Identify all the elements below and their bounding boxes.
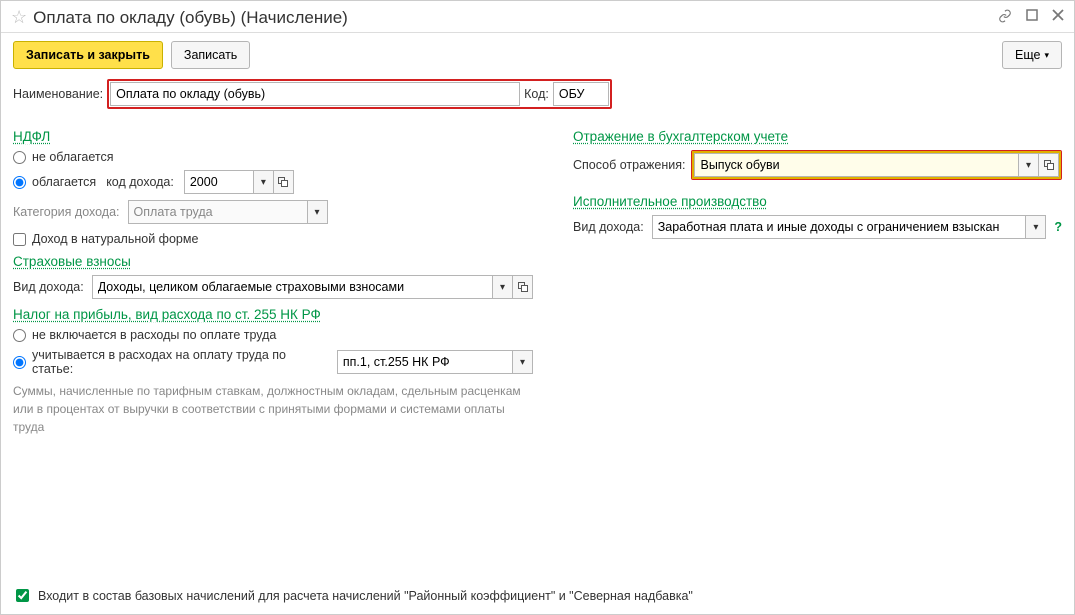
pt-hint: Суммы, начисленные по тарифным ставкам, … (13, 382, 533, 436)
accounting-method-input[interactable] (694, 153, 1019, 177)
pt-article-input[interactable] (337, 350, 513, 374)
pt-included-label: учитывается в расходах на оплату труда п… (32, 348, 325, 376)
close-icon[interactable] (1052, 9, 1064, 26)
ndfl-natural-input[interactable] (13, 233, 26, 246)
code-input[interactable] (553, 82, 609, 106)
more-button[interactable]: Еще ▾ (1002, 41, 1062, 69)
maximize-icon[interactable] (1026, 9, 1038, 26)
section-insurance[interactable]: Страховые взносы (13, 254, 533, 269)
ndfl-taxed-radio[interactable]: облагается код дохода: ▾ (13, 170, 533, 194)
accounting-dropdown-button[interactable]: ▾ (1019, 153, 1039, 177)
ndfl-category-dropdown-button[interactable]: ▾ (308, 200, 328, 224)
ndfl-code-input[interactable] (184, 170, 254, 194)
ndfl-code-open-button[interactable] (274, 170, 294, 194)
insurance-dropdown-button[interactable]: ▾ (493, 275, 513, 299)
save-button[interactable]: Записать (171, 41, 250, 69)
ndfl-code-dropdown-button[interactable]: ▾ (254, 170, 274, 194)
help-icon[interactable]: ? (1054, 220, 1062, 234)
pt-article-dropdown-button[interactable]: ▾ (513, 350, 533, 374)
link-icon[interactable] (998, 9, 1012, 26)
ndfl-natural-checkbox[interactable]: Доход в натуральной форме (13, 232, 533, 246)
window-title: Оплата по окладу (обувь) (Начисление) (33, 8, 998, 28)
favorite-star-icon[interactable]: ☆ (11, 7, 27, 28)
ndfl-not-taxed-label: не облагается (32, 150, 114, 164)
pt-not-included-label: не включается в расходы по оплате труда (32, 328, 276, 342)
pt-not-included-radio[interactable]: не включается в расходы по оплате труда (13, 328, 533, 342)
name-input[interactable] (110, 82, 520, 106)
pt-included-radio[interactable]: учитывается в расходах на оплату труда п… (13, 348, 533, 376)
chevron-down-icon: ▾ (1044, 47, 1049, 63)
ndfl-natural-label: Доход в натуральной форме (32, 232, 198, 246)
ndfl-taxed-label: облагается (32, 175, 96, 189)
base-accrual-checkbox[interactable] (16, 589, 29, 602)
ndfl-category-input (128, 200, 308, 224)
enforcement-label: Вид дохода: (573, 220, 644, 234)
ndfl-taxed-input[interactable] (13, 176, 26, 189)
accounting-label: Способ отражения: (573, 158, 685, 172)
section-accounting[interactable]: Отражение в бухгалтерском учете (573, 129, 1062, 144)
insurance-type-input[interactable] (92, 275, 493, 299)
accounting-open-button[interactable] (1039, 153, 1059, 177)
insurance-open-button[interactable] (513, 275, 533, 299)
section-profit-tax[interactable]: Налог на прибыль, вид расхода по ст. 255… (13, 307, 533, 322)
insurance-label: Вид дохода: (13, 280, 84, 294)
pt-included-input[interactable] (13, 356, 26, 369)
section-enforcement[interactable]: Исполнительное производство (573, 194, 1062, 209)
name-label: Наименование: (13, 87, 103, 101)
pt-not-included-input[interactable] (13, 329, 26, 342)
ndfl-not-taxed-radio[interactable]: не облагается (13, 150, 533, 164)
save-and-close-button[interactable]: Записать и закрыть (13, 41, 163, 69)
code-label: Код: (524, 87, 549, 101)
ndfl-code-label: код дохода: (106, 175, 174, 189)
base-accrual-label: Входит в состав базовых начислений для р… (38, 589, 693, 603)
enforcement-dropdown-button[interactable]: ▾ (1026, 215, 1046, 239)
more-button-label: Еще (1015, 47, 1040, 63)
ndfl-not-taxed-input[interactable] (13, 151, 26, 164)
section-ndfl[interactable]: НДФЛ (13, 129, 533, 144)
ndfl-category-label: Категория дохода: (13, 205, 120, 219)
enforcement-type-input[interactable] (652, 215, 1027, 239)
